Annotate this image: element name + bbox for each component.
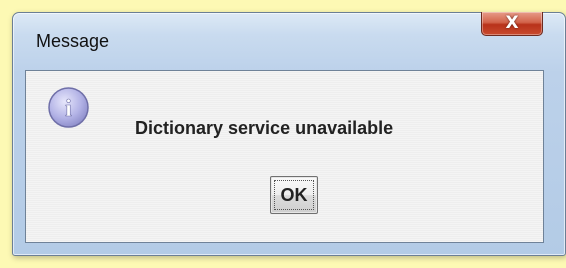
close-button[interactable]: X bbox=[481, 12, 543, 36]
info-icon: i bbox=[48, 87, 89, 128]
message-text: Dictionary service unavailable bbox=[135, 118, 394, 138]
dialog-title: Message bbox=[36, 31, 110, 51]
close-icon: X bbox=[505, 13, 519, 33]
message-dialog: Message X i Dictionary service unavailab… bbox=[12, 12, 566, 256]
info-icon-glyph: i bbox=[65, 96, 72, 122]
dialog-content: i Dictionary service unavailable OK bbox=[25, 70, 544, 243]
ok-button[interactable]: OK bbox=[270, 176, 318, 214]
ok-button-label: OK bbox=[280, 184, 308, 205]
